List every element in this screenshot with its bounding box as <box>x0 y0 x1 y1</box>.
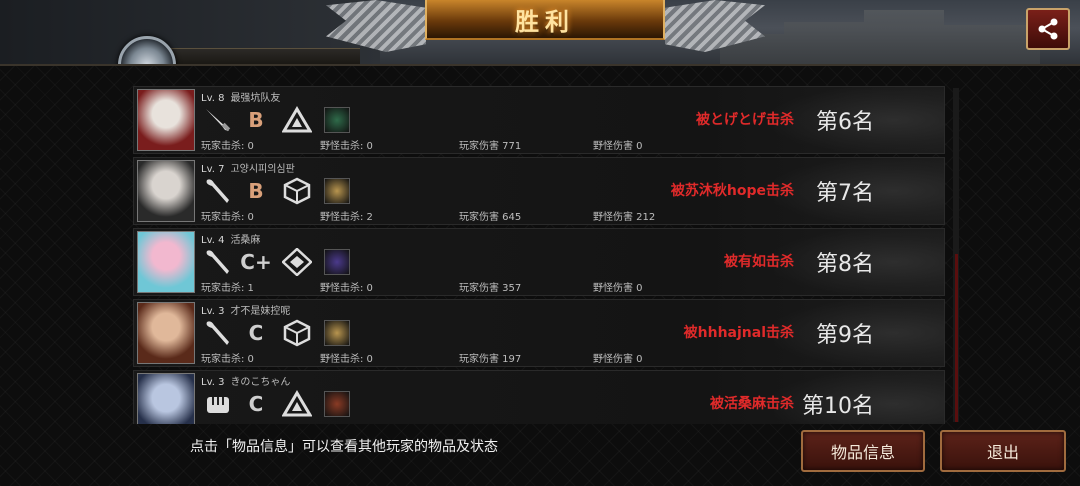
bat-icon <box>200 176 236 206</box>
player-avatar <box>137 373 195 424</box>
background-building <box>720 10 1040 70</box>
player-kills: 玩家击杀: 0 <box>201 354 254 365</box>
player-level-value: Lv. 8 <box>201 93 225 104</box>
share-icon <box>1038 18 1058 40</box>
monster-damage: 野怪伤害 0 <box>593 141 643 152</box>
player-level-value: Lv. 3 <box>201 377 225 388</box>
skill-icon <box>324 178 350 204</box>
player-kills: 玩家击杀: 0 <box>201 141 254 152</box>
player-result-list[interactable]: Lv. 8 最强坑队友 B 玩家击杀: 0 野怪击杀: 0 玩家伤害 771 野怪… <box>133 86 945 424</box>
killed-by-text: 被活桑麻击杀 <box>710 396 794 412</box>
player-damage: 玩家伤害 357 <box>459 283 522 294</box>
monster-damage: 野怪伤害 212 <box>593 212 656 223</box>
player-level-value: Lv. 7 <box>201 164 225 175</box>
triangle-trait-icon <box>276 389 318 419</box>
result-title: 胜利 <box>515 6 575 36</box>
player-row[interactable]: Lv. 4 活桑麻 C+ 玩家击杀: 1 野怪击杀: 0 玩家伤害 357 野怪伤… <box>133 228 945 296</box>
weapon-grade: C+ <box>240 250 272 274</box>
monster-kills: 野怪击杀: 0 <box>320 354 373 365</box>
skill-icon <box>324 391 350 417</box>
cube-trait-icon <box>276 318 318 348</box>
monster-kills: 野怪击杀: 2 <box>320 212 373 223</box>
knife-icon <box>200 105 236 135</box>
weapon-grade: C <box>248 321 264 345</box>
monster-damage: 野怪伤害 0 <box>593 283 643 294</box>
player-loadout: B <box>200 176 350 206</box>
player-loadout: B <box>200 105 350 135</box>
rank-text: 第7名 <box>816 181 874 206</box>
player-loadout: C <box>200 389 350 419</box>
hint-text: 点击「物品信息」可以查看其他玩家的物品及状态 <box>190 439 498 455</box>
share-button[interactable] <box>1026 8 1070 50</box>
bat-icon <box>200 247 236 277</box>
player-loadout: C <box>200 318 350 348</box>
monster-kills: 野怪击杀: 0 <box>320 141 373 152</box>
killed-by-text: 被有如击杀 <box>724 254 794 270</box>
player-row[interactable]: Lv. 3 きのこちゃん C 被活桑麻击杀 第10名 <box>133 370 945 424</box>
player-level: Lv. 3 才不是妹控呢 <box>201 302 290 317</box>
player-avatar <box>137 89 195 151</box>
exit-button[interactable]: 退出 <box>940 430 1066 472</box>
list-scrollbar-thumb[interactable] <box>955 254 958 422</box>
player-kills: 玩家击杀: 0 <box>201 212 254 223</box>
skill-icon <box>324 107 350 133</box>
player-name: 才不是妹控呢 <box>230 306 291 317</box>
monster-damage: 野怪伤害 0 <box>593 354 643 365</box>
item-info-button[interactable]: 物品信息 <box>801 430 925 472</box>
fist-icon <box>200 389 236 419</box>
rank-text: 第9名 <box>816 323 874 348</box>
killed-by-text: 被とげとげ击杀 <box>696 112 794 128</box>
rank-text: 第10名 <box>802 394 874 419</box>
player-level: Lv. 7 고양시피의심판 <box>201 160 295 175</box>
player-level-value: Lv. 3 <box>201 306 225 317</box>
cube-trait-icon <box>276 176 318 206</box>
player-name: 最强坑队友 <box>230 93 281 104</box>
player-name: きのこちゃん <box>230 377 291 388</box>
player-level: Lv. 3 きのこちゃん <box>201 373 290 388</box>
player-level: Lv. 8 最强坑队友 <box>201 89 280 104</box>
player-level: Lv. 4 活桑麻 <box>201 231 260 246</box>
weapon-grade: C <box>248 392 264 416</box>
rank-text: 第6名 <box>816 110 874 135</box>
diamond-trait-icon <box>276 247 318 277</box>
killed-by-text: 被苏沐秋hope击杀 <box>670 183 794 199</box>
skill-icon <box>324 249 350 275</box>
monster-kills: 野怪击杀: 0 <box>320 283 373 294</box>
result-title-bar: 胜利 <box>425 0 665 40</box>
player-name: 活桑麻 <box>230 235 261 246</box>
skill-icon <box>324 320 350 346</box>
player-row[interactable]: Lv. 3 才不是妹控呢 C 玩家击杀: 0 野怪击杀: 0 玩家伤害 197 野… <box>133 299 945 367</box>
player-avatar <box>137 160 195 222</box>
weapon-grade: B <box>248 179 264 203</box>
weapon-grade: B <box>248 108 264 132</box>
player-damage: 玩家伤害 197 <box>459 354 522 365</box>
player-kills: 玩家击杀: 1 <box>201 283 254 294</box>
player-avatar <box>137 302 195 364</box>
player-row[interactable]: Lv. 8 最强坑队友 B 玩家击杀: 0 野怪击杀: 0 玩家伤害 771 野怪… <box>133 86 945 154</box>
player-row[interactable]: Lv. 7 고양시피의심판 B 玩家击杀: 0 野怪击杀: 2 玩家伤害 645 … <box>133 157 945 225</box>
bat-icon <box>200 318 236 348</box>
rank-text: 第8名 <box>816 252 874 277</box>
player-damage: 玩家伤害 645 <box>459 212 522 223</box>
player-level-value: Lv. 4 <box>201 235 225 246</box>
player-loadout: C+ <box>200 247 350 277</box>
player-name: 고양시피의심판 <box>230 164 295 175</box>
player-avatar <box>137 231 195 293</box>
triangle-trait-icon <box>276 105 318 135</box>
player-damage: 玩家伤害 771 <box>459 141 522 152</box>
killed-by-text: 被hhhajnal击杀 <box>683 325 794 341</box>
